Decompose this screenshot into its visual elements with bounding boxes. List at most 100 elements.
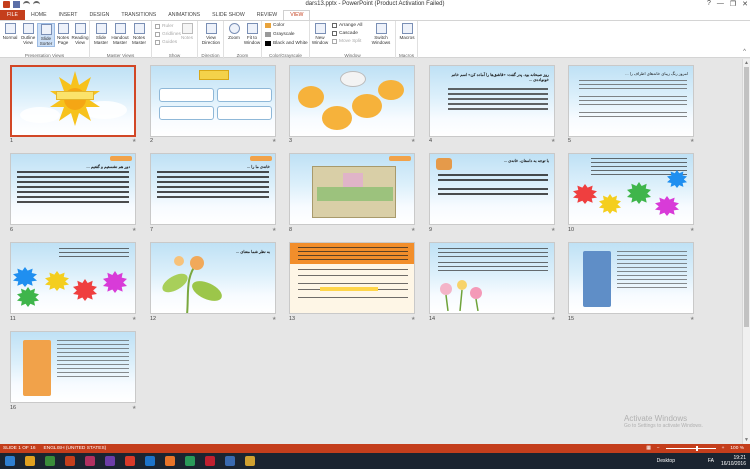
zoom-button[interactable]: Zoom bbox=[225, 23, 243, 40]
tab-home[interactable]: HOME bbox=[25, 10, 53, 20]
slide-thumbnail[interactable] bbox=[10, 242, 136, 314]
slide-number: 6 bbox=[10, 227, 14, 233]
black-and-white-option[interactable]: Black and White bbox=[265, 41, 308, 46]
tab-transitions[interactable]: TRANSITIONS bbox=[115, 10, 162, 20]
slide-thumbnail[interactable] bbox=[429, 242, 555, 314]
slide-thumbnail[interactable]: روز صبحانه بود. پدر گفت: «قاشق‌ها را آما… bbox=[429, 65, 555, 137]
app-icon[interactable] bbox=[185, 456, 195, 466]
slide-thumbnail[interactable] bbox=[10, 331, 136, 403]
slide-sorter-button[interactable]: Slide Sorter bbox=[37, 23, 55, 47]
color-grayscale-group: Color Grayscale Black and White Color/Gr… bbox=[262, 21, 310, 59]
minimize-button[interactable]: — bbox=[717, 0, 724, 8]
tab-file[interactable]: FILE bbox=[0, 10, 25, 20]
ruler-checkbox[interactable]: Ruler bbox=[155, 24, 173, 29]
view-sorter-icon[interactable]: ▦ bbox=[646, 446, 651, 451]
slide-text: روز صبحانه بود. پدر گفت: «قاشق‌ها را آما… bbox=[451, 72, 549, 82]
normal-view-button[interactable]: Normal bbox=[1, 23, 19, 40]
input-language[interactable]: FA bbox=[708, 458, 714, 464]
notes-icon bbox=[181, 23, 193, 34]
slide-thumbnail[interactable]: خانه‌ی ما را ... bbox=[150, 153, 276, 225]
color-option[interactable]: Color bbox=[265, 23, 284, 28]
slide-thumbnail[interactable]: با توجه به داستان، خانه‌ی ... bbox=[429, 153, 555, 225]
notes-page-button[interactable]: Notes Page bbox=[54, 23, 72, 45]
outline-view-button[interactable]: Outline View bbox=[19, 23, 37, 45]
app-icon[interactable] bbox=[245, 456, 255, 466]
handout-master-button[interactable]: Handout Master bbox=[111, 23, 129, 45]
window-controls: ? — ❐ ✕ bbox=[707, 0, 748, 8]
windows-taskbar: Desktop 19:21 16/10/2016 FA bbox=[0, 453, 750, 469]
close-button[interactable]: ✕ bbox=[742, 0, 748, 8]
book-cover bbox=[23, 340, 51, 396]
slide-master-button[interactable]: Slide Master bbox=[92, 23, 110, 45]
slide-transition-icon: ★ bbox=[272, 227, 277, 233]
app-icon[interactable] bbox=[205, 456, 215, 466]
collapse-ribbon-icon[interactable]: ^ bbox=[743, 49, 746, 55]
tab-animations[interactable]: ANIMATIONS bbox=[162, 10, 206, 20]
slide-thumbnail[interactable] bbox=[289, 242, 415, 314]
start-icon[interactable] bbox=[5, 456, 15, 466]
slide-number: 4 bbox=[429, 138, 433, 144]
gridlines-checkbox[interactable]: Gridlines bbox=[155, 32, 181, 37]
guides-checkbox[interactable]: Guides bbox=[155, 40, 177, 45]
new-window-button[interactable]: New Window bbox=[311, 23, 329, 45]
zoom-in-icon[interactable]: + bbox=[722, 446, 725, 451]
notes-button[interactable]: Notes bbox=[179, 23, 195, 40]
vertical-scrollbar[interactable]: ▲ ▼ bbox=[742, 59, 750, 444]
macros-button[interactable]: Macros bbox=[398, 23, 416, 40]
slide-transition-icon: ★ bbox=[411, 138, 416, 144]
scroll-up-icon[interactable]: ▲ bbox=[744, 60, 749, 66]
view-direction-button[interactable]: View Direction bbox=[201, 23, 221, 45]
zoom-level[interactable]: 100 % bbox=[730, 446, 744, 451]
scrollbar-thumb[interactable] bbox=[744, 67, 749, 327]
book-cover bbox=[583, 251, 611, 307]
move-split-button[interactable]: Move Split bbox=[332, 39, 361, 44]
app-icon[interactable] bbox=[125, 456, 135, 466]
slide-text: دور هم نشستیم و گفتیم ... bbox=[86, 164, 130, 169]
app-icon[interactable] bbox=[85, 456, 95, 466]
arrange-all-button[interactable]: Arrange All bbox=[332, 23, 362, 28]
app-icon[interactable] bbox=[105, 456, 115, 466]
slide-thumbnail[interactable] bbox=[568, 242, 694, 314]
tab-slide-show[interactable]: SLIDE SHOW bbox=[206, 10, 251, 20]
grayscale-option[interactable]: Grayscale bbox=[265, 32, 295, 37]
fit-to-window-button[interactable]: Fit to Window bbox=[243, 23, 261, 45]
help-button[interactable]: ? bbox=[707, 0, 711, 8]
restore-button[interactable]: ❐ bbox=[730, 0, 736, 8]
file-explorer-icon[interactable] bbox=[25, 456, 35, 466]
fit-to-window-icon bbox=[246, 23, 258, 34]
reading-view-button[interactable]: Reading View bbox=[71, 23, 89, 45]
slide-number: 3 bbox=[289, 138, 293, 144]
tab-review[interactable]: REVIEW bbox=[251, 10, 283, 20]
slide-thumbnail[interactable]: به نظر شما معنای ... bbox=[150, 242, 276, 314]
zoom-label: Zoom bbox=[236, 53, 249, 58]
switch-windows-button[interactable]: Switch Windows bbox=[370, 23, 392, 45]
tab-view[interactable]: VIEW bbox=[283, 10, 311, 20]
word-icon[interactable] bbox=[145, 456, 155, 466]
slide-transition-icon: ★ bbox=[272, 138, 277, 144]
tab-design[interactable]: DESIGN bbox=[83, 10, 115, 20]
powerpoint-taskbar-icon[interactable] bbox=[65, 456, 75, 466]
master-views-label: Master Views bbox=[106, 53, 135, 58]
clock-date[interactable]: 16/10/2016 bbox=[721, 461, 746, 467]
tab-insert[interactable]: INSERT bbox=[53, 10, 84, 20]
desktop-toolbar[interactable]: Desktop bbox=[657, 458, 675, 464]
app-icon[interactable] bbox=[45, 456, 55, 466]
slide-thumbnail[interactable] bbox=[150, 65, 276, 137]
macros-group: Macros Macros bbox=[396, 21, 418, 59]
slide-thumbnail[interactable] bbox=[289, 65, 415, 137]
cascade-button[interactable]: Cascade bbox=[332, 31, 358, 36]
slide-text: خانه‌ی ما را ... bbox=[246, 164, 270, 169]
slide-thumbnail[interactable]: دور هم نشستیم و گفتیم ... bbox=[10, 153, 136, 225]
app-icon[interactable] bbox=[225, 456, 235, 466]
slide-number: 9 bbox=[429, 227, 433, 233]
scroll-down-icon[interactable]: ▼ bbox=[744, 437, 749, 443]
language-indicator[interactable]: ENGLISH (UNITED STATES) bbox=[44, 446, 107, 451]
slide-thumbnail[interactable] bbox=[568, 153, 694, 225]
slide-thumbnail[interactable]: امروز رنگ زیبای خانه‌های اطراف را ... bbox=[568, 65, 694, 137]
slide-thumbnail[interactable] bbox=[10, 65, 136, 137]
firefox-icon[interactable] bbox=[165, 456, 175, 466]
slide-thumbnail[interactable] bbox=[289, 153, 415, 225]
zoom-slider[interactable] bbox=[665, 446, 716, 451]
notes-master-button[interactable]: Notes Master bbox=[130, 23, 148, 45]
zoom-out-icon[interactable]: − bbox=[657, 446, 660, 451]
